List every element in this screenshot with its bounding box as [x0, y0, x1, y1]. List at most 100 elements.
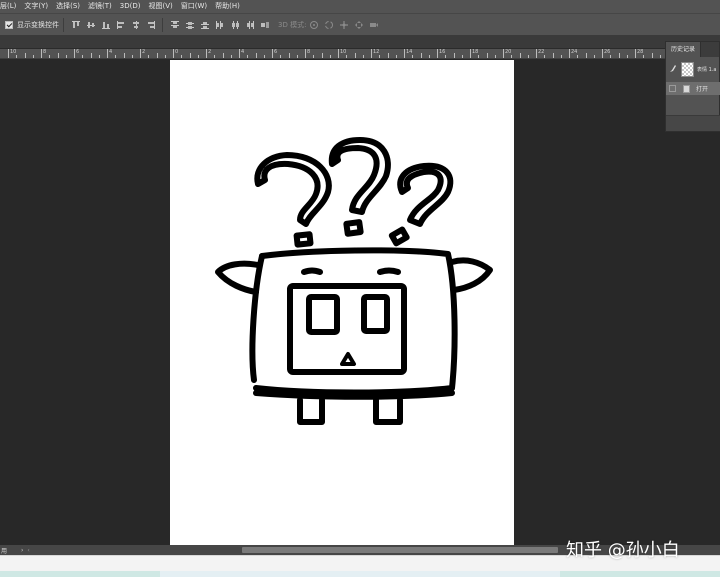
- ruler-minor-tick: [420, 53, 422, 58]
- show-transform-label: 显示变换控件: [17, 20, 59, 29]
- status-menu-arrow-icon[interactable]: ›: [21, 547, 23, 554]
- distribute-vcenter-icon[interactable]: [184, 19, 195, 30]
- ruler-minor-tick: [354, 53, 356, 58]
- 3d-rotate-icon[interactable]: [308, 19, 319, 30]
- ruler-tick: [569, 49, 570, 58]
- taskbar-strip-highlight: [160, 571, 560, 577]
- menu-item-layer[interactable]: 层(L): [0, 0, 20, 13]
- ruler-minor-tick: [428, 55, 430, 58]
- ruler-minor-tick: [247, 55, 249, 58]
- ruler-minor-tick: [552, 53, 554, 58]
- question-dot-right: [388, 226, 410, 247]
- ruler-tick: [536, 49, 537, 58]
- ruler-tick: [305, 49, 306, 58]
- ruler-tick: [470, 49, 471, 58]
- history-snapshot-row[interactable]: 表情 1.a: [666, 60, 720, 79]
- ruler-minor-tick: [16, 55, 18, 58]
- distribute-hcenter-icon[interactable]: [229, 19, 240, 30]
- ruler-minor-tick: [486, 53, 488, 58]
- ruler-minor-tick: [511, 55, 513, 58]
- menu-item-view[interactable]: 视图(V): [144, 0, 176, 13]
- photoshop-window: 层(L) 文字(Y) 选择(S) 滤镜(T) 3D(D) 视图(V) 窗口(W)…: [0, 0, 720, 577]
- ruler-minor-tick: [519, 53, 521, 58]
- snapshot-label: 表情 1.a: [697, 67, 717, 73]
- menu-item-type[interactable]: 文字(Y): [20, 0, 52, 13]
- ruler-minor-tick: [362, 55, 364, 58]
- distribute-right-icon[interactable]: [244, 19, 255, 30]
- status-text: 用: [1, 547, 8, 555]
- auto-align-icon[interactable]: [259, 19, 270, 30]
- distribute-bottom-icon[interactable]: [199, 19, 210, 30]
- 3d-slide-icon[interactable]: [353, 19, 364, 30]
- menu-item-help[interactable]: 帮助(H): [211, 0, 244, 13]
- question-mark-right: [397, 162, 454, 227]
- 3d-scale-icon[interactable]: [368, 19, 379, 30]
- distribute-top-icon[interactable]: [169, 19, 180, 30]
- robot-ear-left: [215, 260, 261, 295]
- ruler-minor-tick: [222, 53, 224, 58]
- show-transform-checkbox[interactable]: [5, 20, 13, 29]
- history-panel-header: 历史记录: [666, 42, 719, 57]
- ruler-tick: [206, 49, 207, 58]
- horizontal-scrollbar[interactable]: [242, 547, 558, 553]
- ruler-minor-tick: [544, 55, 546, 58]
- horizontal-ruler[interactable]: 10 8 6 4 2 0 2 4 6 8 10 12 14 16 18 20 22 24 26 28: [0, 49, 720, 59]
- ruler-tick: [602, 49, 603, 58]
- menu-item-3d[interactable]: 3D(D): [116, 0, 145, 13]
- ruler-minor-tick: [329, 55, 331, 58]
- history-tab[interactable]: 历史记录: [666, 42, 702, 57]
- 3d-roll-icon[interactable]: [323, 19, 334, 30]
- history-state-label: 打开: [696, 86, 709, 93]
- ruler-minor-tick: [32, 55, 34, 58]
- ruler-minor-tick: [296, 55, 298, 58]
- robot-body-left-edge: [249, 253, 265, 383]
- ruler-minor-tick: [610, 55, 612, 58]
- ruler-label: 6: [274, 49, 278, 55]
- ruler-minor-tick: [189, 53, 191, 58]
- align-top-icon[interactable]: [70, 19, 81, 30]
- document-canvas[interactable]: [170, 60, 514, 545]
- ruler-label: 0: [175, 49, 179, 55]
- question-dot-left: [293, 231, 314, 248]
- ruler-minor-tick: [494, 55, 496, 58]
- ruler-tick: [371, 49, 372, 58]
- ruler-minor-tick: [445, 55, 447, 58]
- ruler-minor-tick: [90, 53, 92, 58]
- ruler-minor-tick: [560, 55, 562, 58]
- document-tab-strip: [0, 36, 720, 49]
- robot-leg-left: [297, 397, 325, 425]
- align-vcenter-icon[interactable]: [85, 19, 96, 30]
- options-bar: 显示变换控件 3D 模式:: [0, 13, 720, 36]
- menu-item-select[interactable]: 选择(S): [52, 0, 84, 13]
- ruler-tick: [239, 49, 240, 58]
- history-panel: 历史记录 表情 1.a 打开: [665, 41, 720, 132]
- ruler-minor-tick: [593, 55, 595, 58]
- scroll-left-arrow-icon[interactable]: ‹: [27, 547, 29, 554]
- history-source-checkbox[interactable]: [669, 85, 676, 92]
- ruler-label: 4: [241, 49, 245, 55]
- history-brush-icon[interactable]: [669, 64, 677, 73]
- align-bottom-icon[interactable]: [100, 19, 111, 30]
- ruler-minor-tick: [181, 55, 183, 58]
- ruler-minor-tick: [280, 55, 282, 58]
- canvas-area[interactable]: [0, 60, 720, 545]
- 3d-pan-icon[interactable]: [338, 19, 349, 30]
- ruler-minor-tick: [123, 53, 125, 58]
- history-panel-footer: [666, 115, 720, 131]
- distribute-left-icon[interactable]: [214, 19, 225, 30]
- ruler-minor-tick: [478, 55, 480, 58]
- menu-item-window[interactable]: 窗口(W): [177, 0, 211, 13]
- align-left-icon[interactable]: [115, 19, 126, 30]
- history-state-row[interactable]: 打开: [666, 82, 720, 95]
- ruler-tick: [503, 49, 504, 58]
- align-right-icon[interactable]: [145, 19, 156, 30]
- menu-item-filter[interactable]: 滤镜(T): [84, 0, 116, 13]
- ruler-minor-tick: [527, 55, 529, 58]
- ruler-minor-tick: [164, 55, 166, 58]
- ruler-minor-tick: [115, 55, 117, 58]
- align-hcenter-icon[interactable]: [130, 19, 141, 30]
- ruler-minor-tick: [618, 53, 620, 58]
- robot-nose: [340, 352, 356, 366]
- ruler-label: 4: [109, 49, 113, 55]
- robot-eye-left: [306, 294, 340, 335]
